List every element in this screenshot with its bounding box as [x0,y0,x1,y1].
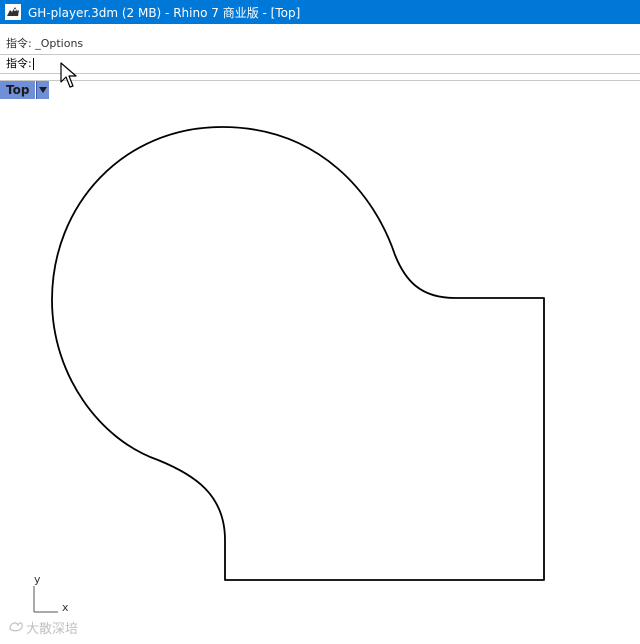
window-title: GH-player.3dm (2 MB) - Rhino 7 商业版 - [To… [28,5,301,20]
command-line[interactable]: 指令: [0,54,640,74]
mouse-pointer-icon [60,62,77,88]
text-caret [32,58,34,70]
command-history[interactable]: 指令: _Options [0,34,640,54]
axis-x-label: x [62,601,69,614]
command-prompt-label: 指令: [6,57,32,70]
viewport-tab-top[interactable]: Top [0,81,50,99]
viewport-top[interactable]: y x [0,100,640,640]
watermark-text: 大散深培 [26,622,79,637]
command-history-text: 指令: _Options [6,37,84,50]
world-axes-icon [33,586,58,613]
axis-y-label: y [34,573,41,586]
viewport-canvas[interactable] [0,100,640,640]
closed-curve[interactable] [51,126,545,581]
title-bar: GH-player.3dm (2 MB) - Rhino 7 商业版 - [To… [0,0,640,24]
viewport-name[interactable]: Top [0,81,36,99]
watermark: 大散深培 [8,618,78,637]
chevron-down-icon[interactable] [36,81,50,99]
rhino-icon [4,3,22,21]
watermark-logo-icon [8,619,24,637]
command-area: 指令: _Options 指令: [0,24,640,81]
